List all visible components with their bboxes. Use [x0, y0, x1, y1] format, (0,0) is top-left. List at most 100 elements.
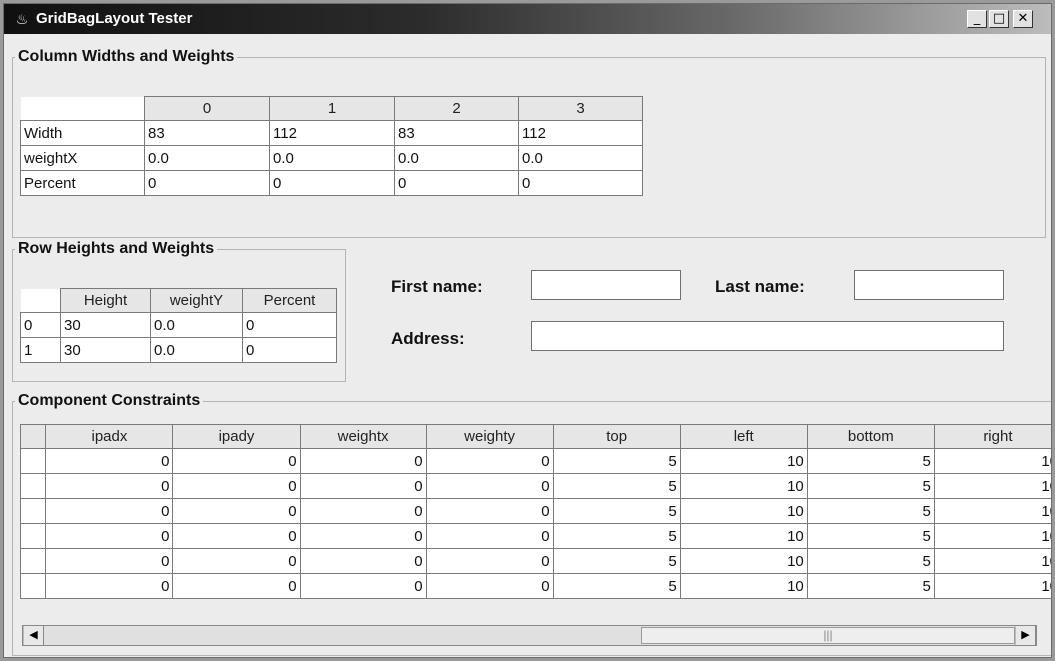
table-cell[interactable]: 30: [60, 312, 151, 338]
table-cell[interactable]: 5: [552, 498, 681, 524]
table-cell[interactable]: 5: [806, 448, 935, 474]
row-selector[interactable]: [19, 498, 47, 524]
column-header[interactable]: Height: [60, 288, 151, 313]
table-cell[interactable]: 0.0: [150, 337, 243, 363]
column-header[interactable]: weighty: [425, 424, 554, 449]
column-header[interactable]: bottom: [806, 424, 935, 449]
table-cell[interactable]: 0: [172, 498, 301, 524]
maximize-button[interactable]: □: [989, 10, 1009, 28]
table-cell[interactable]: 0: [172, 523, 301, 549]
minimize-button[interactable]: _: [967, 10, 987, 28]
row-selector[interactable]: [19, 523, 47, 549]
table-cell[interactable]: 0: [242, 337, 337, 363]
table-cell[interactable]: 0: [425, 573, 554, 599]
row-selector[interactable]: [19, 448, 47, 474]
address-input[interactable]: [531, 321, 1004, 351]
table-cell[interactable]: 0: [45, 548, 174, 574]
table-cell[interactable]: 112: [269, 120, 395, 146]
table-cell[interactable]: 0: [172, 573, 301, 599]
table-cell[interactable]: 5: [552, 523, 681, 549]
table-cell[interactable]: 83: [394, 120, 519, 146]
row-heights-table[interactable]: Height weightY Percent 0 30 0.0 0 1 30 0…: [20, 288, 337, 363]
table-cell[interactable]: 0: [45, 523, 174, 549]
row-selector[interactable]: [19, 548, 47, 574]
column-header[interactable]: weightx: [299, 424, 427, 449]
table-cell[interactable]: 0: [299, 448, 427, 474]
table-cell[interactable]: 0: [172, 548, 301, 574]
table-cell[interactable]: 5: [806, 523, 935, 549]
last-name-input[interactable]: [854, 270, 1004, 300]
column-header[interactable]: 1: [269, 96, 395, 121]
table-cell[interactable]: 0: [45, 473, 174, 499]
column-header[interactable]: right: [933, 424, 1051, 449]
column-header[interactable]: ipady: [172, 424, 301, 449]
column-header[interactable]: weightY: [150, 288, 243, 313]
table-cell[interactable]: 0: [394, 170, 519, 196]
table-cell[interactable]: 30: [60, 337, 151, 363]
table-cell[interactable]: 0: [425, 498, 554, 524]
table-cell[interactable]: 0: [299, 548, 427, 574]
table-cell[interactable]: 10: [679, 573, 808, 599]
table-cell[interactable]: 0: [425, 473, 554, 499]
table-cell[interactable]: 0: [269, 170, 395, 196]
title-bar[interactable]: ♨ GridBagLayout Tester _ □ ✕: [4, 4, 1051, 34]
column-widths-table[interactable]: 0 1 2 3 Width 83 112 83 112 weightX 0.0: [20, 96, 643, 196]
table-cell[interactable]: 83: [144, 120, 270, 146]
table-cell[interactable]: 0: [45, 498, 174, 524]
table-cell[interactable]: 5: [552, 473, 681, 499]
table-cell[interactable]: 0: [299, 573, 427, 599]
column-header[interactable]: left: [679, 424, 808, 449]
row-selector[interactable]: [19, 573, 47, 599]
column-header[interactable]: 2: [394, 96, 519, 121]
table-cell[interactable]: 10: [933, 448, 1051, 474]
table-cell[interactable]: 10: [933, 473, 1051, 499]
table-cell[interactable]: 0.0: [150, 312, 243, 338]
table-cell[interactable]: 10: [679, 498, 808, 524]
scroll-right-arrow-icon[interactable]: ▶: [1015, 626, 1036, 645]
table-cell[interactable]: 10: [679, 523, 808, 549]
table-cell[interactable]: 5: [806, 573, 935, 599]
table-cell[interactable]: 10: [679, 548, 808, 574]
table-cell[interactable]: 0: [45, 448, 174, 474]
table-cell[interactable]: 10: [933, 573, 1051, 599]
table-cell[interactable]: 5: [552, 448, 681, 474]
table-cell[interactable]: 10: [933, 548, 1051, 574]
column-header[interactable]: Percent: [242, 288, 337, 313]
first-name-input[interactable]: [531, 270, 681, 300]
table-cell[interactable]: 0.0: [144, 145, 270, 171]
table-cell[interactable]: 112: [518, 120, 643, 146]
table-cell[interactable]: 0: [299, 523, 427, 549]
table-cell[interactable]: 0: [299, 473, 427, 499]
table-cell[interactable]: 0: [242, 312, 337, 338]
close-button[interactable]: ✕: [1013, 10, 1033, 28]
table-cell[interactable]: 0.0: [394, 145, 519, 171]
table-cell[interactable]: 0: [45, 573, 174, 599]
table-cell[interactable]: 10: [933, 498, 1051, 524]
column-header[interactable]: ipadx: [45, 424, 174, 449]
table-cell[interactable]: 0: [518, 170, 643, 196]
table-cell[interactable]: 0: [144, 170, 270, 196]
table-cell[interactable]: 10: [679, 473, 808, 499]
column-header[interactable]: 3: [518, 96, 643, 121]
table-cell[interactable]: 0: [425, 548, 554, 574]
table-cell[interactable]: 5: [552, 573, 681, 599]
table-cell[interactable]: 0: [299, 498, 427, 524]
horizontal-scrollbar[interactable]: ◀ ||| ▶: [22, 625, 1037, 646]
row-selector[interactable]: [19, 473, 47, 499]
table-cell[interactable]: 5: [806, 498, 935, 524]
table-cell[interactable]: 5: [552, 548, 681, 574]
table-cell[interactable]: 0.0: [518, 145, 643, 171]
component-constraints-table[interactable]: ipadx ipady weightx weighty top left bot…: [19, 424, 1051, 599]
table-cell[interactable]: 0: [425, 448, 554, 474]
column-header[interactable]: 0: [144, 96, 270, 121]
table-cell[interactable]: 10: [679, 448, 808, 474]
scrollbar-thumb[interactable]: |||: [641, 627, 1015, 644]
table-cell[interactable]: 0.0: [269, 145, 395, 171]
table-cell[interactable]: 0: [172, 448, 301, 474]
table-cell[interactable]: 5: [806, 548, 935, 574]
scroll-left-arrow-icon[interactable]: ◀: [23, 626, 44, 645]
column-header[interactable]: top: [552, 424, 681, 449]
table-cell[interactable]: 5: [806, 473, 935, 499]
table-cell[interactable]: 0: [172, 473, 301, 499]
table-cell[interactable]: 0: [425, 523, 554, 549]
